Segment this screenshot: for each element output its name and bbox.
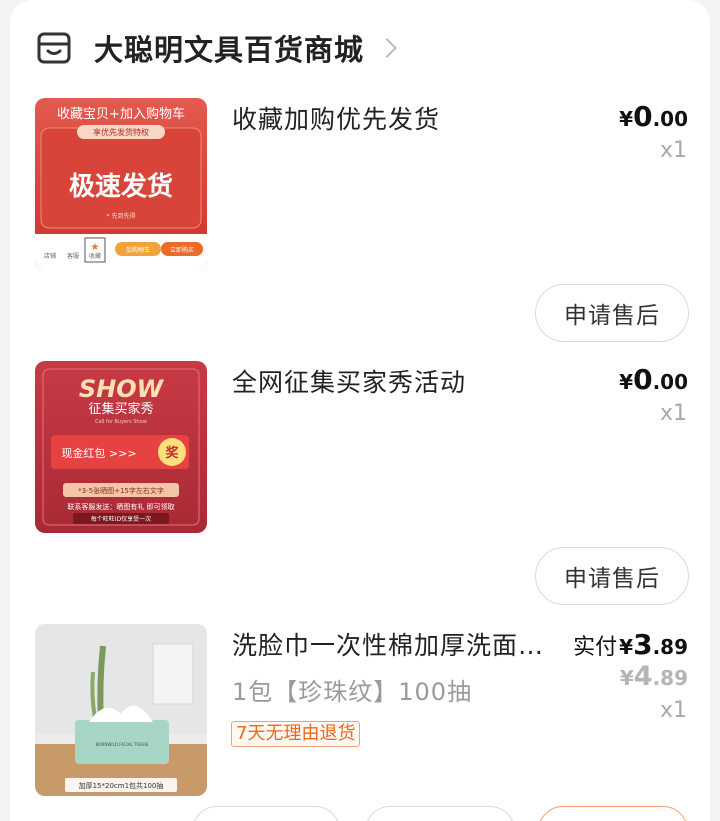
thumb1-bar-4: 立即购买 [170, 246, 194, 254]
item-original-price-3: ¥4.89 [619, 661, 688, 692]
order-action-button-2[interactable] [365, 806, 515, 821]
item-price-2: ¥0.00 [619, 363, 688, 396]
thumb1-bar-3: 加购物车 [126, 246, 150, 254]
thumb1-bar-2: 收藏 [89, 252, 101, 260]
item-qty-1: x1 [659, 138, 687, 163]
thumb2-prize: 奖 [165, 445, 179, 461]
thumb2-req: *3-5张晒图+15字左右文字 [78, 486, 164, 495]
thumb3-pack-text: BORNWILD FACIAL TISSUE [96, 742, 149, 747]
product-image-3[interactable]: BORNWILD FACIAL TISSUE 加厚15*20cm1包共100抽 [35, 624, 207, 796]
store-icon [37, 32, 71, 64]
order-action-button-1[interactable] [192, 806, 340, 821]
thumb2-pill: 现金红包 >>> [61, 446, 136, 460]
shop-name: 大聪明文具百货商城 [94, 33, 365, 67]
order-action-button-3[interactable] [538, 806, 688, 821]
svg-text:★: ★ [91, 242, 100, 253]
after-sale-button-1[interactable]: 申请售后 [535, 284, 689, 342]
thumb2-limit: 每个旺旺ID仅享受一次 [91, 515, 151, 523]
thumb1-bar-0: 店铺 [44, 252, 56, 260]
item-sku-3: 1包【珍珠纹】100抽 [232, 678, 473, 706]
item-qty-3: x1 [659, 698, 687, 723]
thumb2-contact: 联系客服发送：晒图有礼 即可领取 [67, 502, 174, 511]
thumb1-bar-1: 客服 [67, 252, 79, 260]
product-image-1[interactable]: 收藏宝贝+加入购物车 享优先发货特权 极速发货 * 先到先得 店铺 客服 ★ 收… [35, 98, 207, 270]
thumb1-main: 极速发货 [69, 171, 173, 202]
item-title-2[interactable]: 全网征集买家秀活动 [232, 363, 466, 399]
thumb2-sub-en: Call for Buyers Show [95, 419, 147, 425]
item-price-3: 实付 ¥3.89 [573, 628, 688, 661]
thumb1-ribbon: 享优先发货特权 [93, 127, 149, 137]
thumb2-show: SHOW [79, 375, 165, 403]
item-qty-2: x1 [659, 401, 687, 426]
after-sale-button-2[interactable]: 申请售后 [535, 547, 689, 605]
shop-header[interactable]: 大聪明文具百货商城 [36, 26, 397, 70]
item-title-3[interactable]: 洗脸巾一次性棉加厚洗面巾抽取式 [232, 626, 554, 662]
thumb1-note: * 先到先得 [107, 212, 136, 220]
thumb2-sub: 征集买家秀 [88, 401, 153, 417]
thumb3-caption: 加厚15*20cm1包共100抽 [79, 781, 164, 790]
item-price-1: ¥0.00 [619, 100, 688, 133]
item-title-1[interactable]: 收藏加购优先发货 [232, 100, 440, 136]
chevron-right-icon [377, 38, 397, 58]
product-image-2[interactable]: SHOW 征集买家秀 Call for Buyers Show 现金红包 >>>… [35, 361, 207, 533]
thumb1-top-text: 收藏宝贝+加入购物车 [57, 106, 185, 122]
return-policy-badge: 7天无理由退货 [231, 721, 361, 747]
